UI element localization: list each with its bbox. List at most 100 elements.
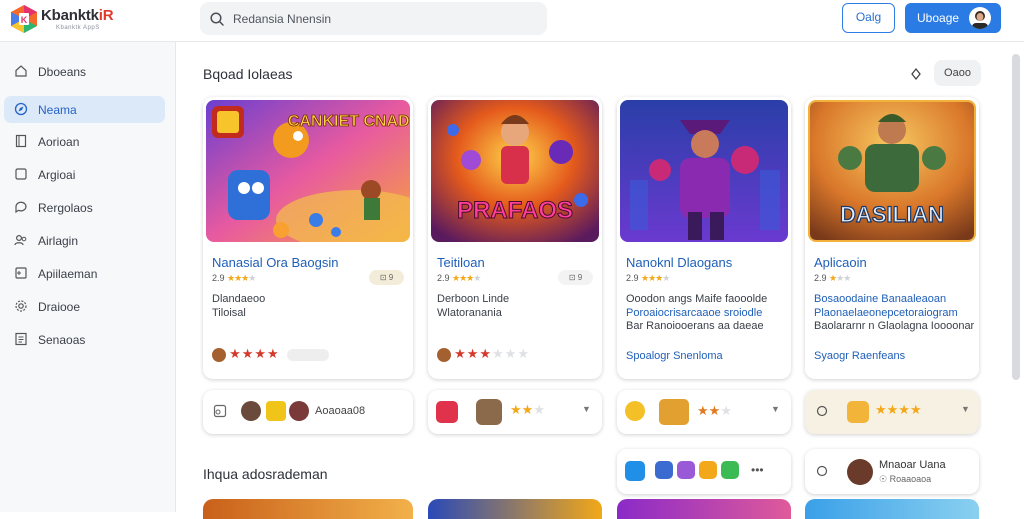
home-icon (15, 65, 27, 77)
user-name: Mnaoar Uana (879, 459, 946, 471)
app-card[interactable]: Nanoknl Dlaogans 2.9 ★★★★ Ooodon angs Ma… (617, 97, 791, 379)
rating-stars: ★★★ (697, 403, 732, 418)
settings-icon (15, 300, 27, 312)
sidebar-item-label: Apiilaeman (38, 267, 98, 281)
chevron-down-icon[interactable]: ▼ (582, 404, 591, 414)
sidebar-item-label: Airlagin (38, 234, 79, 248)
avatar (847, 459, 873, 485)
app-badge: ⊡ 9 (558, 270, 593, 285)
sidebar-item-library[interactable]: Aorioan (4, 128, 165, 155)
search-input[interactable]: Redansia Nnensin (200, 2, 547, 35)
app-card[interactable]: DASILIAN Aplicaoin 2.9 ★★★ Bosaoodaine B… (805, 97, 979, 379)
app-description: Bosaoodaine Banaaleaoan Plaonaelaeonepcet… (814, 293, 975, 332)
sidebar: Dboeans Neama Aorioan Argioai Rergolaos … (0, 42, 176, 512)
settings-icon (816, 465, 828, 477)
brand-subtitle: Kbanktk AppS (56, 25, 100, 31)
more-button[interactable]: Oaoo (934, 60, 981, 86)
refresh-icon[interactable] (908, 66, 924, 82)
rating-bar (286, 349, 329, 362)
svg-text:K: K (21, 15, 28, 25)
sidebar-item-messages[interactable]: Rergolaos (4, 194, 165, 221)
app-rating: 2.9 ★★★★ (212, 273, 256, 283)
app-artwork: PRAFAOS (431, 100, 599, 242)
mini-card-label: Aoaoaa08 (315, 405, 366, 417)
app-description: Ooodon angs Maife faooolde Poroaiocrisarc… (626, 293, 768, 332)
settings-icon (816, 405, 828, 417)
app-badge: ⊡ 9 (369, 270, 404, 285)
sidebar-item-explore[interactable]: Neama (4, 96, 165, 123)
primary-button[interactable]: Uboage (905, 3, 1001, 33)
primary-button-label: Uboage (917, 11, 960, 25)
docs-icon (15, 332, 27, 346)
people-icon (14, 234, 27, 246)
app-logo-icon[interactable]: K (9, 4, 39, 34)
chevron-down-icon[interactable]: ▼ (961, 404, 970, 414)
app-title: Nanasial Ora Baogsin (212, 255, 339, 270)
sidebar-item-home[interactable]: Dboeans (4, 58, 165, 85)
app-card-preview[interactable] (617, 499, 791, 519)
developer-avatar (437, 348, 451, 363)
social-icon[interactable] (699, 461, 717, 479)
app-mini-card[interactable]: ★★★ ▼ (617, 390, 791, 434)
sidebar-item-label: Neama (38, 103, 77, 117)
app-icon (436, 401, 458, 423)
search-icon (210, 12, 224, 26)
app-artwork (620, 100, 788, 242)
rating-stars: ★★★ (510, 402, 545, 417)
app-description: Dlandaeoo Tiloisal (212, 293, 266, 319)
secondary-button[interactable]: Oalg (842, 3, 895, 33)
app-footer: ★★★★★★ (437, 346, 530, 363)
app-artwork: CANKIET CNADKAN (206, 100, 410, 242)
sidebar-item-games[interactable]: Apiilaeman (4, 260, 165, 287)
app-card[interactable]: PRAFAOS Teitiloan 2.9 ★★★★ ⊡ 9 Derboon L… (428, 97, 602, 379)
app-title: Aplicaoin (814, 255, 867, 270)
sidebar-item-label: Senaoas (38, 333, 86, 347)
app-mini-card[interactable]: ★★★ ▼ (428, 390, 602, 434)
app-mini-card[interactable]: Aoaoaa08 (203, 390, 413, 434)
sidebar-item-label: Rergolaos (38, 201, 93, 215)
top-bar: K KbanktkiR Kbanktk AppS Redansia Nnensi… (0, 0, 1024, 42)
app-card-preview[interactable] (203, 499, 413, 519)
chat-icon (15, 201, 27, 214)
developer-avatar (212, 348, 226, 363)
sidebar-item-people[interactable]: Airlagin (4, 227, 165, 254)
sidebar-item-label: Argioai (38, 168, 76, 182)
app-icon (476, 399, 502, 425)
chevron-down-icon[interactable]: ▼ (771, 404, 780, 414)
avatar[interactable] (969, 7, 991, 29)
user-subtitle: ☉ Roaaoaoa (879, 474, 932, 484)
twitter-icon[interactable] (625, 461, 645, 481)
brand-name: KbanktkiR (41, 7, 114, 24)
social-icon[interactable] (677, 461, 695, 479)
more-options-icon[interactable]: ••• (751, 463, 764, 477)
check-icon[interactable] (721, 461, 739, 479)
app-icon (847, 401, 869, 423)
sidebar-item-docs[interactable]: Senaoas (4, 326, 165, 353)
app-card-preview[interactable] (428, 499, 602, 519)
user-row[interactable]: Mnaoar Uana ☉ Roaaoaoa (805, 449, 979, 494)
app-mini-card[interactable]: ★★★★ ▼ (805, 390, 979, 434)
app-rating: 2.9 ★★★★ (437, 273, 481, 283)
search-placeholder: Redansia Nnensin (233, 12, 332, 26)
artwork-text: DASILIAN (840, 202, 944, 227)
section-title-featured: Bqoad Iolaeas (203, 66, 293, 82)
app-rating: 2.9 ★★★★ (626, 273, 670, 283)
avatar (266, 401, 286, 421)
share-row: ••• (617, 449, 791, 494)
sidebar-item-settings[interactable]: Draiooe (4, 293, 165, 320)
app-link[interactable]: Syaogr Raenfeans (814, 350, 905, 362)
rating-stars: ★★★★★★ (454, 346, 530, 361)
app-link[interactable]: Spoalogr Snenloma (626, 350, 723, 362)
app-rating: 2.9 ★★★ (814, 273, 851, 283)
artwork-text: CANKIET CNADKAN (288, 113, 410, 130)
sidebar-item-apps[interactable]: Argioai (4, 161, 165, 188)
brand-badge: iR (98, 7, 114, 24)
sidebar-item-label: Draiooe (38, 300, 81, 314)
avatar (289, 401, 309, 421)
scrollbar[interactable] (1012, 54, 1020, 380)
gamepad-icon (15, 267, 27, 279)
bookmark-icon (15, 134, 27, 148)
app-card-preview[interactable] (805, 499, 979, 519)
app-card[interactable]: CANKIET CNADKAN Nanasial Ora Baogsin 2.9… (203, 97, 413, 379)
facebook-icon[interactable] (655, 461, 673, 479)
